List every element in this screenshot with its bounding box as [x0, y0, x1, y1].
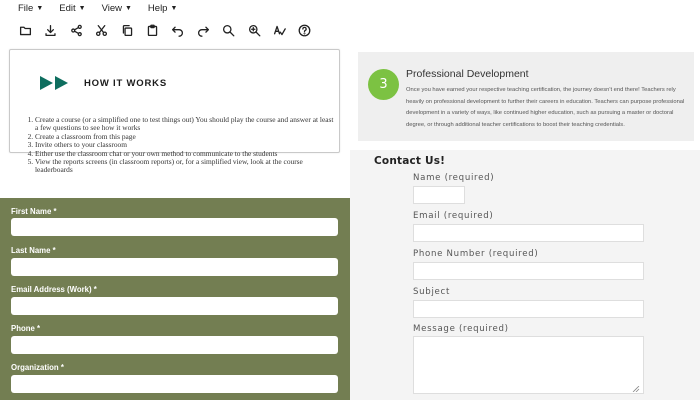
- how-it-works-steps: Create a course (or a simplified one to …: [24, 115, 338, 175]
- how-it-works-title: HOW IT WORKS: [84, 77, 167, 89]
- menu-view[interactable]: View ▼: [102, 3, 132, 14]
- menu-bar: File ▼ Edit ▼ View ▼ Help ▼: [0, 0, 700, 17]
- phone-input[interactable]: [11, 336, 338, 354]
- name-label: Name (required): [413, 173, 495, 183]
- scissors-icon[interactable]: [93, 22, 110, 39]
- first-name-input[interactable]: [11, 218, 338, 236]
- help-icon[interactable]: [296, 22, 313, 39]
- subject-input[interactable]: [413, 300, 644, 318]
- name-input[interactable]: [413, 186, 465, 204]
- how-it-works-card: HOW IT WORKS Create a course (or a simpl…: [9, 49, 340, 174]
- zoom-out-icon[interactable]: [220, 22, 237, 39]
- list-item: Create a course (or a simplified one to …: [35, 115, 338, 133]
- undo-icon[interactable]: [169, 22, 186, 39]
- spell-check-icon[interactable]: [271, 22, 288, 39]
- email-label: Email (required): [413, 211, 494, 221]
- phone-number-input[interactable]: [413, 262, 644, 280]
- phone-number-label: Phone Number (required): [413, 249, 539, 259]
- last-name-label: Last Name *: [11, 246, 56, 255]
- copy-icon[interactable]: [119, 22, 136, 39]
- chevron-down-icon: ▼: [78, 5, 86, 12]
- organization-label: Organization *: [11, 363, 64, 372]
- work-email-input[interactable]: [11, 297, 338, 315]
- contact-form: Contact Us! Name (required) Email (requi…: [350, 150, 700, 400]
- zoom-in-icon[interactable]: [246, 22, 263, 39]
- how-it-works-header: HOW IT WORKS: [40, 75, 167, 91]
- menu-help-label: Help: [147, 3, 168, 14]
- menu-file-label: File: [18, 3, 34, 14]
- paste-icon[interactable]: [144, 22, 161, 39]
- menu-view-label: View: [101, 3, 122, 14]
- message-label: Message (required): [413, 324, 509, 334]
- redo-icon[interactable]: [195, 22, 212, 39]
- step-number-badge: 3: [368, 69, 399, 100]
- organization-input[interactable]: [11, 375, 338, 393]
- subject-label: Subject: [413, 287, 451, 297]
- toolbar: [0, 17, 700, 43]
- signup-form: First Name * Last Name * Email Address (…: [0, 198, 350, 400]
- phone-label: Phone *: [11, 324, 41, 333]
- app-window: File▼ Edit▼ View▼ Help▼ HOW IT WORKS Cre…: [0, 0, 700, 400]
- professional-development-card: 3 Professional Development Once you have…: [358, 52, 694, 141]
- section-title: Professional Development: [406, 68, 529, 80]
- work-email-label: Email Address (Work) *: [11, 285, 97, 294]
- list-item: View the reports screens (in classroom r…: [35, 157, 338, 175]
- last-name-input[interactable]: [11, 258, 338, 276]
- resize-grip-icon[interactable]: [631, 386, 641, 392]
- menu-edit-label: Edit: [59, 3, 76, 14]
- menu-edit[interactable]: Edit ▼: [59, 3, 85, 14]
- first-name-label: First Name *: [11, 207, 57, 216]
- share-icon[interactable]: [68, 22, 85, 39]
- open-folder-icon[interactable]: [17, 22, 34, 39]
- fast-forward-icon: [40, 76, 68, 90]
- section-body: Once you have earned your respective tea…: [406, 87, 685, 128]
- email-input[interactable]: [413, 224, 644, 242]
- chevron-down-icon: ▼: [36, 5, 44, 12]
- message-textarea[interactable]: [413, 336, 644, 394]
- contact-title: Contact Us!: [374, 155, 446, 167]
- download-icon[interactable]: [42, 22, 59, 39]
- menu-file[interactable]: File ▼: [18, 3, 43, 14]
- menu-help[interactable]: Help ▼: [148, 3, 177, 14]
- chevron-down-icon: ▼: [170, 5, 178, 12]
- chevron-down-icon: ▼: [124, 5, 132, 12]
